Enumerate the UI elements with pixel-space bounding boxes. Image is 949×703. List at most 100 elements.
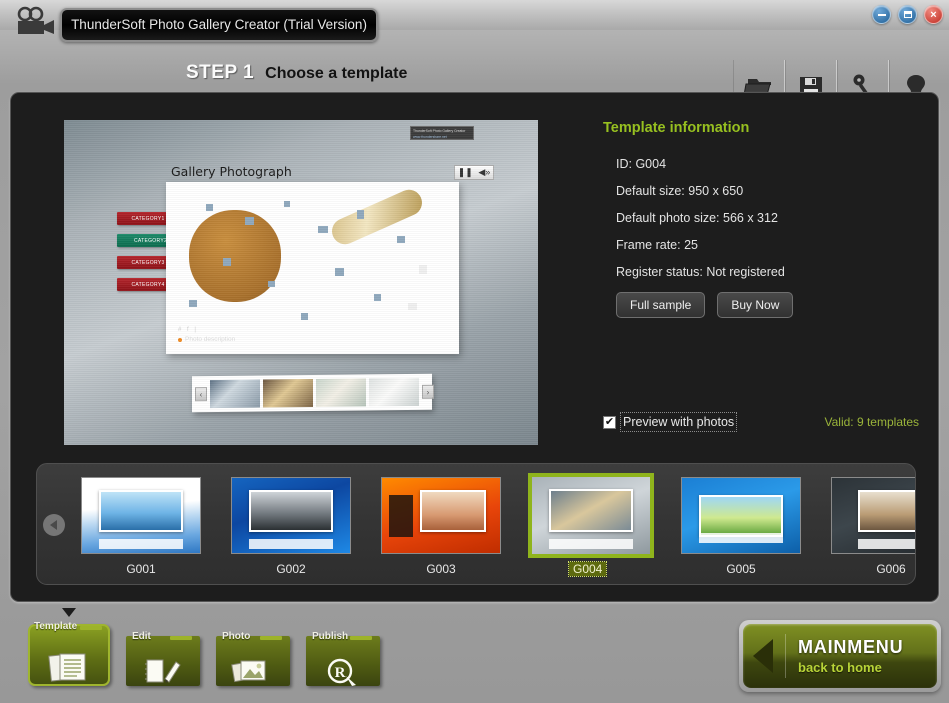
template-thumbnail[interactable] [231, 477, 351, 554]
preview-photo: # f | Photo description [172, 188, 453, 348]
buy-now-button[interactable]: Buy Now [717, 292, 794, 318]
valid-templates-count: Valid: 9 templates [824, 415, 920, 429]
thumbnail-filmstrip [548, 539, 634, 550]
step-button-photo[interactable]: Photo [216, 630, 290, 686]
thumbnail-photo-area [419, 490, 486, 532]
filmstrip-thumb[interactable] [369, 377, 419, 407]
preview-photo-frame: # f | Photo description [166, 182, 459, 354]
photo-description: Photo description [178, 336, 235, 343]
page-title: STEP 1 Choose a template [186, 62, 407, 84]
step-button-publish[interactable]: Publish R [306, 630, 380, 686]
filmstrip-thumb[interactable] [316, 378, 366, 407]
maximize-button[interactable] [898, 5, 917, 24]
info-row-default-size: Default size: 950 x 650 [616, 184, 744, 198]
thumbnail-filmstrip [98, 538, 184, 549]
mainmenu-inner: MAINMENU back to home [743, 624, 937, 688]
preview-with-photos-label: Preview with photos [619, 412, 738, 432]
step-button-edit[interactable]: Edit [126, 630, 200, 686]
photos-icon [231, 658, 275, 689]
template-label: G002 [276, 562, 306, 576]
photo-transition-pixel [188, 300, 197, 307]
step-button-template[interactable]: Template [28, 620, 110, 686]
template-cell-g002[interactable]: G002 [231, 464, 351, 578]
watermark-badge: ThunderSoft Photo Gallery Creator www.th… [410, 126, 474, 140]
template-cell-g003[interactable]: G003 [381, 464, 501, 578]
photo-transition-pixel [396, 236, 405, 243]
step-tab-shape [170, 636, 192, 640]
thumbnail-filmstrip [698, 532, 784, 543]
mainmenu-subtitle: back to home [798, 660, 882, 675]
template-thumbnail-selected[interactable] [528, 473, 654, 558]
documents-icon [46, 652, 92, 687]
filmstrip-thumb[interactable] [210, 379, 260, 409]
template-cell-g005[interactable]: G005 [681, 464, 801, 578]
bullet-icon [178, 337, 182, 342]
thumbnail-photo-area [698, 494, 784, 537]
close-button[interactable]: × [924, 5, 943, 24]
template-thumbnail[interactable] [81, 477, 201, 554]
preview-playback-controls[interactable]: ❚❚ ◀» [454, 165, 494, 180]
mainmenu-text: MAINMENU back to home [798, 637, 903, 675]
step-navigation: Template Edit Photo Publish R [28, 620, 380, 686]
thumbnail-filmstrip [248, 538, 334, 549]
minimize-button[interactable] [872, 5, 891, 24]
photo-transition-pixel [205, 204, 213, 211]
watermark-line-2: www.thundershare.net [413, 135, 447, 139]
step-label-photo: Photo [222, 631, 251, 642]
photo-transition-pixel [267, 280, 275, 287]
step-tab-shape [350, 636, 372, 640]
photo-marks: # f | [178, 327, 198, 333]
back-chevron-icon [753, 639, 773, 673]
photo-transition-pixel [334, 268, 344, 276]
photo-transition-pixel [301, 312, 309, 320]
template-cell-g001[interactable]: G001 [81, 464, 201, 578]
full-sample-button[interactable]: Full sample [616, 292, 706, 318]
thumbnail-filmstrip [857, 538, 915, 549]
info-row-frame-rate: Frame rate: 25 [616, 238, 698, 252]
filmstrip-next-button[interactable]: › [422, 384, 434, 399]
photo-transition-pixel [318, 226, 329, 234]
template-information-panel: Template information ID: G004 Default si… [603, 120, 923, 445]
main-panel: ThunderSoft Photo Gallery Creator www.th… [10, 92, 939, 602]
template-label: G006 [876, 562, 906, 576]
checkbox-check-icon[interactable]: ✔ [603, 415, 616, 429]
divider [785, 634, 786, 678]
photo-description-text: Photo description [185, 336, 236, 343]
template-thumbnail[interactable] [381, 477, 501, 554]
step-label-edit: Edit [132, 631, 151, 642]
title-bar: ThunderSoft Photo Gallery Creator (Trial… [0, 0, 949, 42]
thumbnail-photo-area [248, 490, 334, 532]
active-step-caret [62, 608, 76, 617]
template-thumbnail[interactable] [831, 477, 915, 554]
template-cell-g006[interactable]: G006 [831, 464, 915, 578]
info-button-group: Full sample Buy Now [603, 292, 923, 318]
thumbnail-photo-area [98, 490, 184, 532]
step-number: STEP 1 [186, 62, 255, 83]
info-panel-footer: ✔ Preview with photos Valid: 9 templates [603, 412, 923, 432]
carousel-prev-button[interactable] [43, 514, 65, 536]
pause-icon[interactable]: ❚❚ [458, 167, 473, 178]
step-label-template: Template [34, 621, 78, 632]
notepad-pencil-icon [143, 658, 183, 689]
carousel-track: G001 G002 G003 G004 G005 G006 [81, 464, 915, 578]
volume-icon[interactable]: ◀» [478, 167, 490, 178]
step-title: Choose a template [265, 65, 408, 82]
header-bar: STEP 1 Choose a template File [0, 30, 949, 120]
template-preview-stage[interactable]: ThunderSoft Photo Gallery Creator www.th… [64, 120, 538, 445]
preview-filmstrip[interactable]: ‹ › [192, 373, 434, 413]
template-cell-g004[interactable]: G004 [528, 464, 654, 578]
preview-with-photos-checkbox[interactable]: ✔ Preview with photos [603, 412, 738, 432]
photo-transition-pixel [408, 303, 418, 311]
info-row-register-status: Register status: Not registered [616, 265, 785, 279]
filmstrip-thumb[interactable] [263, 378, 313, 408]
mainmenu-button[interactable]: MAINMENU back to home [739, 620, 941, 692]
photo-transition-pixel [245, 216, 255, 225]
filmstrip-prev-button[interactable]: ‹ [195, 387, 207, 402]
template-label: G005 [726, 562, 756, 576]
mainmenu-title: MAINMENU [798, 637, 904, 657]
thumbnail-photo-area [548, 489, 634, 533]
svg-text:R: R [335, 665, 346, 681]
footer-bar: Template Edit Photo Publish R MAINMENU b… [0, 608, 949, 703]
chevron-left-icon [49, 520, 57, 530]
template-thumbnail[interactable] [681, 477, 801, 554]
